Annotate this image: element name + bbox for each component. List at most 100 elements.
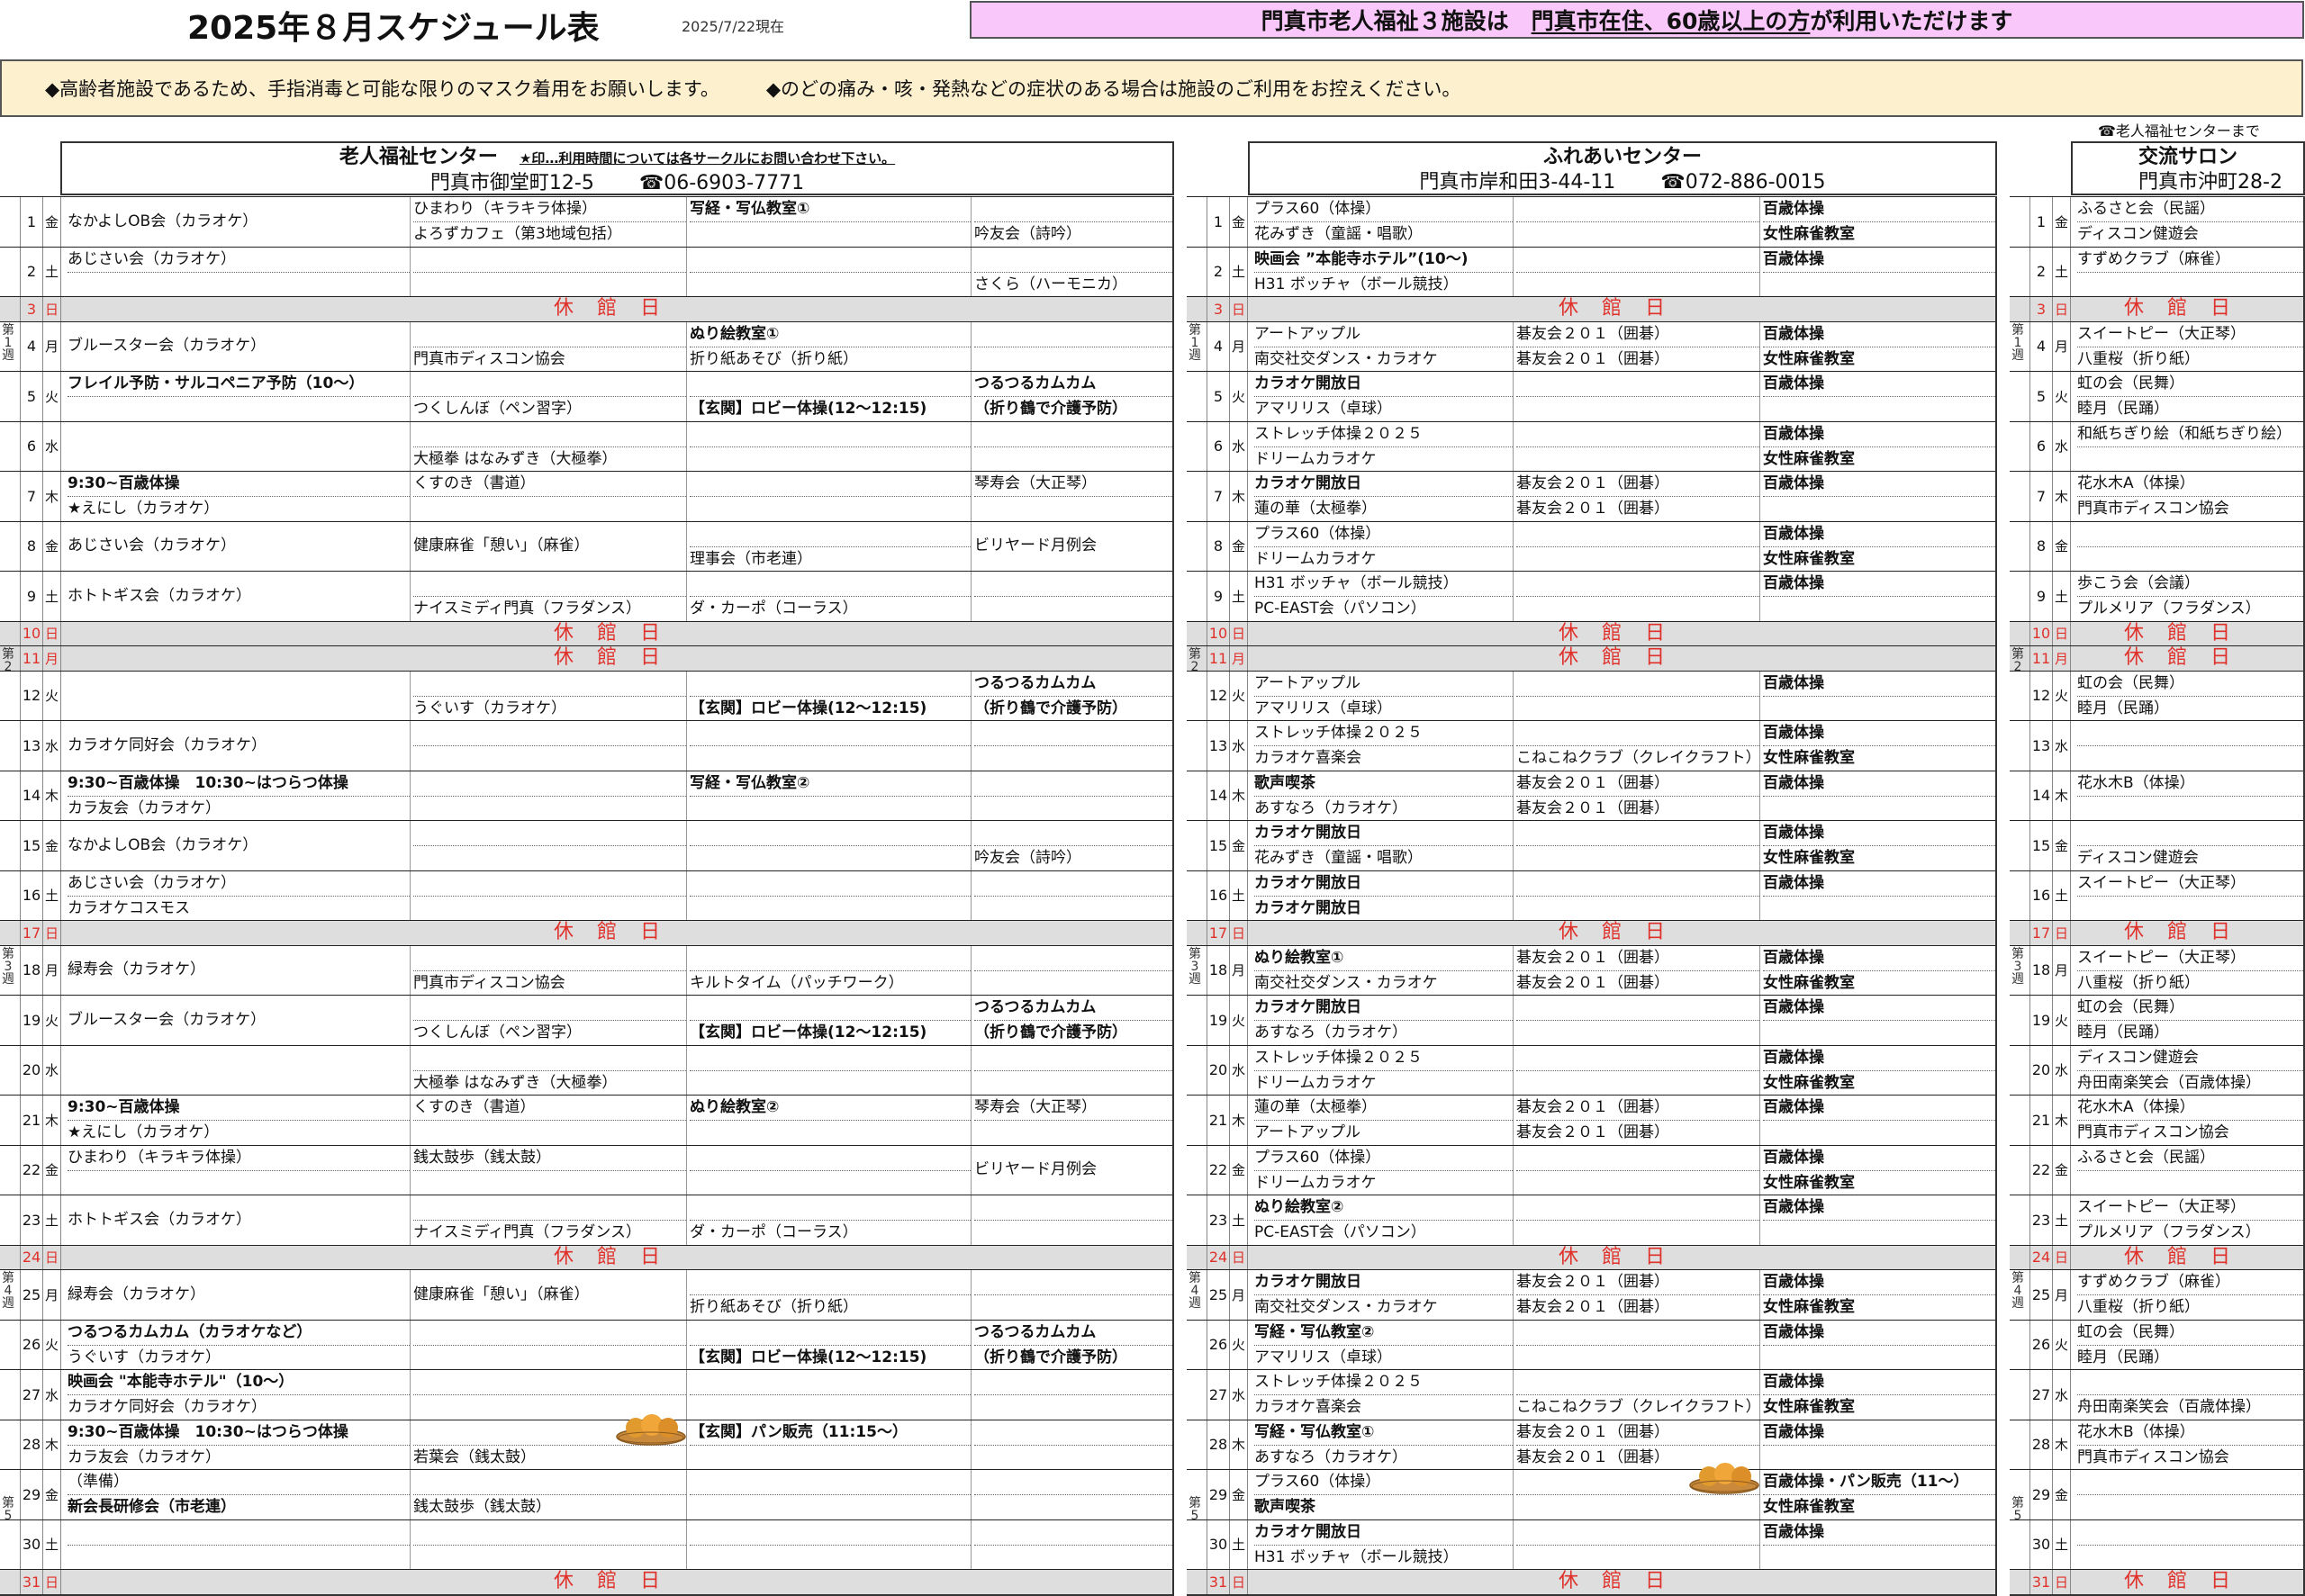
day-row: 10 日 休館日 [0, 620, 1172, 645]
event-text: 碁友会２０１（囲碁） [1516, 1098, 1669, 1116]
event-cell: あじさい会（カラオケ） [65, 522, 410, 572]
event-text: カラオケ開放日 [1254, 824, 1361, 842]
event-cell [686, 1519, 971, 1569]
event-text: ドリームカラオケ [1254, 1069, 1513, 1095]
event-text: 碁友会２０１（囲碁） [1516, 496, 1759, 520]
event-text: 八重桜（折り紙） [2077, 1294, 2303, 1319]
section-name: 交流サロン [2138, 146, 2237, 168]
event-cell [65, 422, 410, 472]
event-text [413, 372, 686, 396]
day-row: 20 水ディスコン健遊会 舟田南楽笑会（百歳体操） [2010, 1044, 2303, 1095]
event-text [690, 1120, 971, 1144]
weekday: 木 [1230, 472, 1248, 521]
day-number: 19 [2029, 996, 2053, 1045]
event-cell: 百歳体操 [1759, 1096, 1995, 1145]
week-label: 第1週 [2, 322, 14, 363]
event-cell: 【玄関】ロビー体操(12～12:15) [686, 996, 971, 1045]
event-text [1516, 396, 1759, 420]
event-cell: ひまわり（キラキラ体操） よろずカフェ（第3地域包括） [410, 197, 686, 247]
event-cell [410, 721, 686, 771]
event-text: くすのき（書道） [413, 1098, 536, 1116]
event-cell: くすのき（書道） [410, 1096, 686, 1145]
week-label: 第2週 [2011, 647, 2024, 671]
event-text [974, 1394, 1172, 1419]
event-text: ダ・カーポ（コーラス） [690, 1220, 971, 1244]
event-cell: 百歳体操 [1759, 771, 1995, 820]
event-text [974, 1120, 1172, 1144]
event-text [1516, 821, 1759, 845]
event-text: 睦月（民踊） [2077, 396, 2303, 420]
day-row: 9 土ホトトギス会（カラオケ） ナイスミディ門真（フラダンス） ダ・カーポ（コーラス） [0, 571, 1172, 621]
event-text: 百歳体操 [1763, 324, 1824, 343]
event-text [1516, 1344, 1759, 1369]
event-text: （折り鶴で介護予防） [974, 695, 1172, 720]
event-cell: 百歳体操 女性麻雀教室 [1759, 521, 1995, 571]
event-cell: つくしんぼ（ペン習字） [410, 996, 686, 1045]
section-address: 門真市御堂町12-5 [429, 172, 594, 194]
event-text: カラオケ喜楽会 [1254, 1394, 1513, 1419]
event-cell: つるつるカムカム （折り鶴で介護予防） [971, 372, 1172, 421]
event-cell: アートアップル アマリリス（卓球） [1252, 672, 1513, 721]
event-cell: 百歳体操 [1759, 372, 1995, 421]
event-cell [410, 247, 686, 296]
event-text: ディスコン健遊会 [2077, 1048, 2199, 1067]
event-text: ストレッチ体操２０２５ [1254, 1373, 1423, 1391]
event-cell: カラオケ開放日 花みずき（童謡・唱歌） [1252, 821, 1513, 870]
event-text [2077, 1544, 2303, 1569]
event-text: 舟田南楽笑会（百歳体操） [2077, 1069, 2303, 1095]
weekday: 木 [43, 472, 61, 521]
event-text: カラオケ開放日 [1254, 998, 1361, 1016]
calendar-senior-center: 1 金なかよしOB会（カラオケ） ひまわり（キラキラ体操） よろずカフェ（第3地域包括… [0, 196, 1174, 1596]
event-text: 百歳体操 [1763, 724, 1824, 742]
event-text: あすなろ（カラオケ） [1254, 1444, 1513, 1469]
event-text [413, 672, 686, 696]
event-cell: すずめクラブ（麻雀） [2074, 248, 2303, 297]
event-text: 銭太鼓歩（銭太鼓） [413, 1494, 686, 1519]
event-cell: ぬり絵教室② PC-EAST会（パソコン） [1252, 1195, 1513, 1245]
day-number: 23 [1207, 1195, 1230, 1245]
weekday: 月 [1230, 945, 1248, 995]
closed-label: 休館日 [2123, 1245, 2254, 1268]
event-text [1516, 1146, 1759, 1170]
event-text: ストレッチ体操２０２５ [1254, 1048, 1423, 1067]
event-text [1516, 572, 1759, 596]
day-number: 30 [2029, 1519, 2053, 1569]
closed-label: 休館日 [2123, 646, 2254, 669]
event-text: あじさい会（カラオケ） [68, 873, 236, 892]
event-cell: 銭太鼓歩（銭太鼓） [410, 1145, 686, 1195]
event-text: 女性麻雀教室 [1763, 446, 1995, 471]
event-text [1516, 996, 1759, 1020]
event-text: プルメリア（フラダンス） [2077, 1220, 2303, 1244]
event-text [974, 596, 1172, 620]
event-text: ダ・カーポ（コーラス） [690, 596, 971, 620]
closed-label: 休館日 [1558, 921, 1688, 943]
event-text: ストレッチ体操２０２５ [1254, 424, 1423, 443]
day-number: 11 [1207, 646, 1230, 671]
day-number: 8 [20, 521, 43, 571]
event-text: ドリームカラオケ [1254, 1169, 1513, 1195]
day-number: 8 [2029, 521, 2053, 571]
day-row: 6 水ストレッチ体操２０２５ ドリームカラオケ 百歳体操 女性麻雀教室 [1187, 420, 1995, 471]
event-text: 睦月（民踊） [2077, 1344, 2303, 1369]
event-cell: 百歳体操 女性麻雀教室 [1759, 1270, 1995, 1320]
day-row: 第5週 29金 （準備） 新会長研修会（市老連）銭太鼓歩（銭太鼓） [0, 1469, 1172, 1519]
event-text: 和紙ちぎり絵（和紙ちぎり絵） [2077, 424, 2291, 443]
event-text [1763, 1544, 1995, 1569]
event-text: カラオケ開放日 [1254, 1522, 1361, 1541]
event-text [413, 1195, 686, 1220]
day-row: 26 火虹の会（民舞） 睦月（民踊） [2010, 1319, 2303, 1369]
event-text: ★えにし（カラオケ） [68, 496, 410, 520]
day-row: 16 土カラオケ開放日 カラオケ開放日 百歳体操 [1187, 870, 1995, 920]
day-row: 7 木カラオケ開放日 蓮の華（太極拳） 碁友会２０１（囲碁） 碁友会２０１（囲碁） 百歳体… [1187, 471, 1995, 521]
event-text: 碁友会２０１（囲碁） [1516, 948, 1669, 967]
day-row: 22 金ふるさと会（民謡） [2010, 1144, 2303, 1195]
day-row: 19 火虹の会（民舞） 睦月（民踊） [2010, 995, 2303, 1045]
event-cell: 百歳体操 [1759, 996, 1995, 1045]
week-label: 第5週 [1189, 1496, 1201, 1519]
tel-note: ☎老人福祉センターまで [2098, 122, 2260, 140]
event-cell [1513, 521, 1759, 571]
event-cell: 写経・写仏教室② [686, 771, 971, 820]
closed-label: 休館日 [1558, 1570, 1688, 1592]
day-row: 28 木写経・写仏教室① あすなろ（カラオケ） 碁友会２０１（囲碁） 碁友会２０１（囲碁… [1187, 1419, 1995, 1469]
week-label: 第5週 [2, 1496, 14, 1519]
